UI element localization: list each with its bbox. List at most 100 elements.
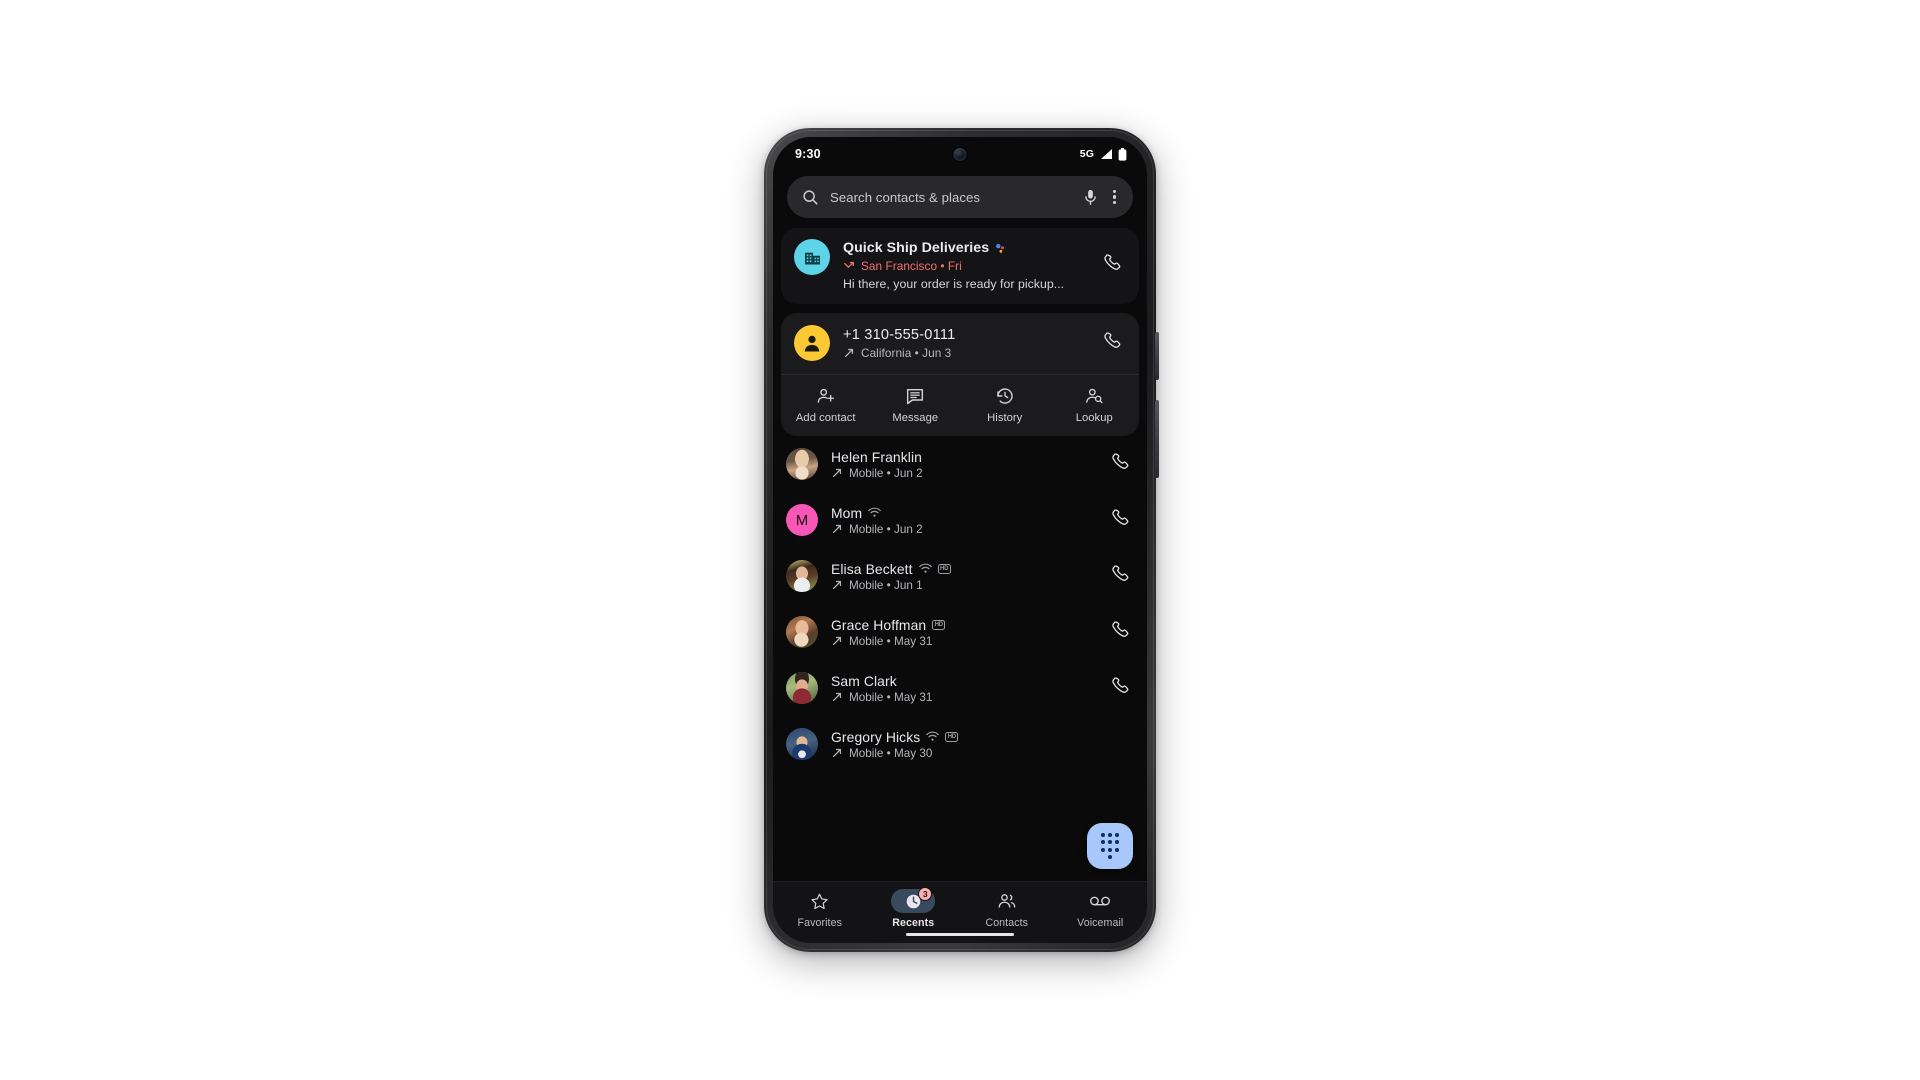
- call-button[interactable]: [1107, 560, 1134, 592]
- nav-label: Recents: [892, 917, 935, 929]
- voicemail-icon: [1090, 896, 1111, 906]
- contact-name: Mom: [831, 504, 863, 521]
- call-row-content: Grace Hoffman HD Mobile • May 31: [831, 617, 1094, 648]
- business-call-card[interactable]: Quick Ship Deliveries San Francisco • Fr…: [781, 228, 1139, 304]
- status-bar-indicators: 5G: [1079, 147, 1127, 161]
- call-detail-row: Mobile • May 31: [831, 635, 1094, 648]
- quick-action-label: Message: [892, 412, 939, 424]
- call-button[interactable]: [1107, 504, 1134, 536]
- contact-name-row: Mom: [831, 505, 1094, 521]
- more-vert-icon: [1112, 189, 1116, 193]
- avatar-initial: M: [795, 511, 809, 529]
- microphone-icon: [1085, 189, 1096, 205]
- history-action[interactable]: History: [960, 375, 1050, 436]
- call-button[interactable]: [1107, 448, 1134, 480]
- call-row-content: Mom Mobile • Jun 2: [831, 505, 1094, 536]
- tab-contacts[interactable]: Contacts: [960, 889, 1054, 929]
- avatar: [786, 616, 818, 648]
- phone-screen: 9:30 5G Search contacts & places Quick S…: [773, 137, 1147, 943]
- cellular-signal-icon: [1101, 149, 1112, 159]
- outgoing-call-arrow-icon: [832, 524, 842, 534]
- quick-actions-row: Add contact Message History Lookup: [781, 375, 1139, 436]
- phone-call-icon: [1112, 621, 1129, 637]
- sam-clark-photo: [786, 672, 818, 704]
- call-detail: Mobile • Jun 2: [849, 522, 923, 536]
- tab-voicemail[interactable]: Voicemail: [1054, 889, 1148, 929]
- call-detail-row: Mobile • Jun 1: [831, 579, 1094, 592]
- phone-call-icon: [1104, 332, 1121, 348]
- call-button[interactable]: [1099, 327, 1126, 359]
- nav-label: Voicemail: [1077, 917, 1124, 929]
- business-call-meta: San Francisco • Fri: [843, 259, 1086, 273]
- contact-name-row: Sam Clark: [831, 673, 1094, 689]
- dialpad-fab[interactable]: [1087, 823, 1133, 869]
- lookup-action[interactable]: Lookup: [1050, 375, 1140, 436]
- avatar: [786, 560, 818, 592]
- search-bar[interactable]: Search contacts & places: [787, 176, 1133, 218]
- call-detail: Mobile • May 31: [849, 634, 933, 648]
- table-row[interactable]: Sam Clark Mobile • May 31: [781, 660, 1139, 716]
- message-action[interactable]: Message: [871, 375, 961, 436]
- voice-search-button[interactable]: [1083, 189, 1098, 206]
- table-row[interactable]: Helen Franklin Mobile • Jun 2: [781, 436, 1139, 492]
- network-type-label: 5G: [1079, 148, 1094, 160]
- nav-pill: [1078, 889, 1122, 913]
- volume-button[interactable]: [1155, 400, 1159, 478]
- gesture-navigation-bar[interactable]: [906, 932, 1014, 936]
- helen-franklin-photo: [786, 448, 818, 480]
- history-clock-icon: [997, 388, 1013, 404]
- contacts-people-icon: [998, 894, 1016, 908]
- business-location-date: San Francisco • Fri: [861, 259, 962, 273]
- person-add-icon: [817, 388, 834, 403]
- table-row[interactable]: Elisa Beckett HD Mobile • Jun 1: [781, 548, 1139, 604]
- expanded-call-card[interactable]: +1 310-555-0111 California • Jun 3 Add c…: [781, 313, 1139, 436]
- outgoing-call-arrow-icon: [832, 636, 842, 646]
- grace-hoffman-photo: [786, 616, 818, 648]
- wifi-calling-icon: [926, 731, 940, 741]
- avatar: [786, 728, 818, 760]
- caller-meta: California • Jun 3: [843, 346, 1086, 360]
- avatar: M: [786, 504, 818, 536]
- table-row[interactable]: M Mom Mobile • Jun 2: [781, 492, 1139, 548]
- person-search-icon: [1086, 388, 1103, 404]
- outgoing-call-arrow-icon: [832, 468, 842, 478]
- call-button[interactable]: [1107, 672, 1134, 704]
- overflow-menu-button[interactable]: [1109, 189, 1120, 205]
- outgoing-call-arrow-icon: [832, 692, 842, 702]
- hd-video-icon: HD: [945, 731, 959, 742]
- outgoing-call-arrow-icon: [844, 348, 854, 358]
- call-detail: Mobile • May 31: [849, 690, 933, 704]
- contact-name-row: Gregory Hicks HD: [831, 729, 1134, 745]
- business-name-row: Quick Ship Deliveries: [843, 240, 1086, 256]
- tab-favorites[interactable]: Favorites: [773, 889, 867, 929]
- call-detail-row: Mobile • Jun 2: [831, 467, 1094, 480]
- nav-pill: [985, 889, 1029, 913]
- contact-name-row: Helen Franklin: [831, 449, 1094, 465]
- call-row-content: Sam Clark Mobile • May 31: [831, 673, 1094, 704]
- phone-device-frame: 9:30 5G Search contacts & places Quick S…: [764, 128, 1159, 952]
- add-contact-action[interactable]: Add contact: [781, 375, 871, 436]
- call-log-scroll-area[interactable]: Quick Ship Deliveries San Francisco • Fr…: [773, 228, 1147, 881]
- call-button[interactable]: [1099, 249, 1126, 281]
- avatar: [786, 448, 818, 480]
- table-row[interactable]: Grace Hoffman HD Mobile • May 31: [781, 604, 1139, 660]
- contact-name: Elisa Beckett: [831, 560, 913, 577]
- star-outline-icon: [811, 893, 828, 909]
- call-button[interactable]: [1107, 616, 1134, 648]
- call-detail-row: Mobile • May 30: [831, 747, 1134, 760]
- outgoing-call-arrow-icon: [832, 580, 842, 590]
- business-avatar: [794, 239, 830, 275]
- table-row[interactable]: Gregory Hicks HD Mobile • May 30: [781, 716, 1139, 772]
- outgoing-call-arrow-icon: [832, 748, 842, 758]
- call-detail-row: Mobile • Jun 2: [831, 523, 1094, 536]
- expanded-card-header[interactable]: +1 310-555-0111 California • Jun 3: [781, 313, 1139, 374]
- call-row-content: Gregory Hicks HD Mobile • May 30: [831, 729, 1134, 760]
- power-button[interactable]: [1155, 332, 1159, 380]
- hd-video-icon: HD: [932, 619, 946, 630]
- screenshot-stage: 9:30 5G Search contacts & places Quick S…: [0, 0, 1920, 1080]
- search-input[interactable]: Search contacts & places: [830, 190, 1072, 205]
- tab-recents[interactable]: 3 Recents: [867, 887, 961, 929]
- contact-name-row: Elisa Beckett HD: [831, 561, 1094, 577]
- call-detail: Mobile • Jun 1: [849, 578, 923, 592]
- expanded-card-content: +1 310-555-0111 California • Jun 3: [843, 326, 1086, 360]
